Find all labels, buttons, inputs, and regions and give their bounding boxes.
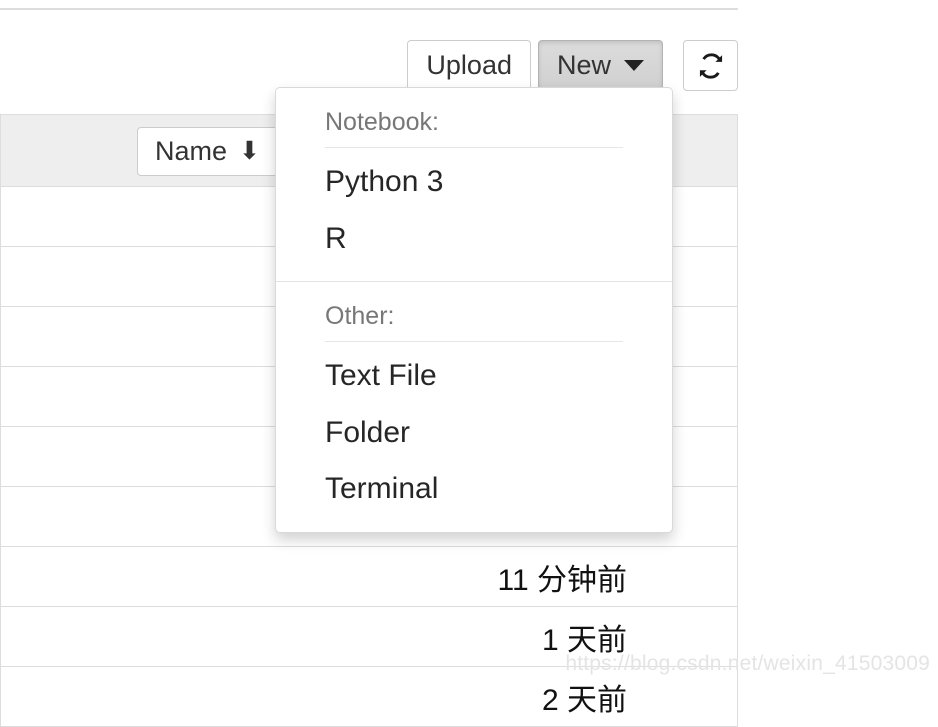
dropdown-section-divider [325,341,623,342]
upload-button-label: Upload [426,50,512,80]
sort-by-name-label: Name [155,136,228,166]
dropdown-section-header: Notebook: [325,108,439,136]
menu-item-r[interactable]: R [276,211,672,268]
row-modified-date: 2 天前 [541,683,627,717]
watermark: https://blog.csdn.net/weixin_41503009 [565,652,930,675]
row-modified-date: 11 分钟前 [497,563,627,597]
toolbar-button-group: Upload New [407,40,738,91]
sort-by-name-button[interactable]: Name ⬇ [137,127,278,176]
menu-item-text-file[interactable]: Text File [276,348,672,405]
dropdown-section-header: Other: [325,302,395,330]
new-dropdown-button[interactable]: New [537,40,663,91]
dropdown-section-notebook: Notebook: Python 3 R [276,88,672,281]
new-dropdown-menu: Notebook: Python 3 R Other: Text File Fo… [275,87,673,533]
toolbar-top-divider [0,8,738,10]
page-root: Upload New Name ⬇ ze [0,0,938,727]
dropdown-section-other: Other: Text File Folder Terminal [276,281,672,532]
refresh-button[interactable] [683,40,738,91]
menu-item-folder[interactable]: Folder [276,405,672,462]
refresh-icon [699,52,722,79]
upload-button[interactable]: Upload [407,40,531,91]
menu-item-python-3[interactable]: Python 3 [276,154,672,211]
menu-item-terminal[interactable]: Terminal [276,461,672,518]
table-row[interactable]: 2 天前 [1,667,737,727]
chevron-down-icon [624,60,644,71]
dropdown-section-divider [325,147,623,148]
arrow-down-icon: ⬇ [239,137,260,165]
table-row[interactable]: 11 分钟前 [1,547,737,607]
new-button-label: New [556,50,611,80]
